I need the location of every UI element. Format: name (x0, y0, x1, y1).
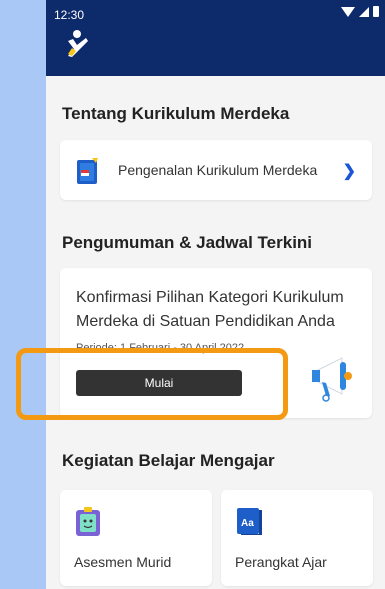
about-section-title: Tentang Kurikulum Merdeka (62, 104, 290, 123)
activity-section-title: Kegiatan Belajar Mengajar (62, 451, 275, 470)
teaching-materials-label: Perangkat Ajar (235, 554, 327, 570)
phone-screen: 12:30 Tentang Kurikulum Merdeka Pengenal… (46, 0, 385, 589)
status-time: 12:30 (54, 8, 85, 22)
announcement-title: Konfirmasi Pilihan Kategori Kurikulum Me… (76, 289, 344, 330)
app-logo-icon (68, 30, 88, 57)
assessment-label: Asesmen Murid (74, 554, 172, 570)
announcement-card: Konfirmasi Pilihan Kategori Kurikulum Me… (60, 268, 372, 418)
book-icon (77, 158, 98, 184)
announcement-date: Periode: 1 Februari - 30 April 2022 (76, 342, 245, 354)
svg-text:Aa: Aa (241, 518, 254, 529)
start-button[interactable]: Mulai (76, 370, 242, 396)
teaching-materials-card[interactable]: Aa Perangkat Ajar (221, 490, 373, 586)
app-bar: 12:30 (46, 0, 385, 76)
signal-icon (359, 6, 369, 17)
announcements-section-title: Pengumuman & Jadwal Terkini (62, 233, 313, 252)
teaching-materials-icon: Aa (237, 508, 262, 535)
assessment-icon (76, 507, 100, 536)
chevron-right-icon: ❯ (342, 163, 356, 180)
battery-icon (373, 6, 379, 17)
megaphone-icon (312, 357, 352, 402)
intro-item-label: Pengenalan Kurikulum Merdeka (118, 162, 318, 178)
status-icons (341, 6, 379, 17)
assessment-card[interactable]: Asesmen Murid (60, 490, 212, 586)
intro-curriculum-card[interactable]: Pengenalan Kurikulum Merdeka ❯ (60, 140, 372, 200)
wifi-icon (341, 6, 355, 17)
left-background (0, 0, 46, 589)
